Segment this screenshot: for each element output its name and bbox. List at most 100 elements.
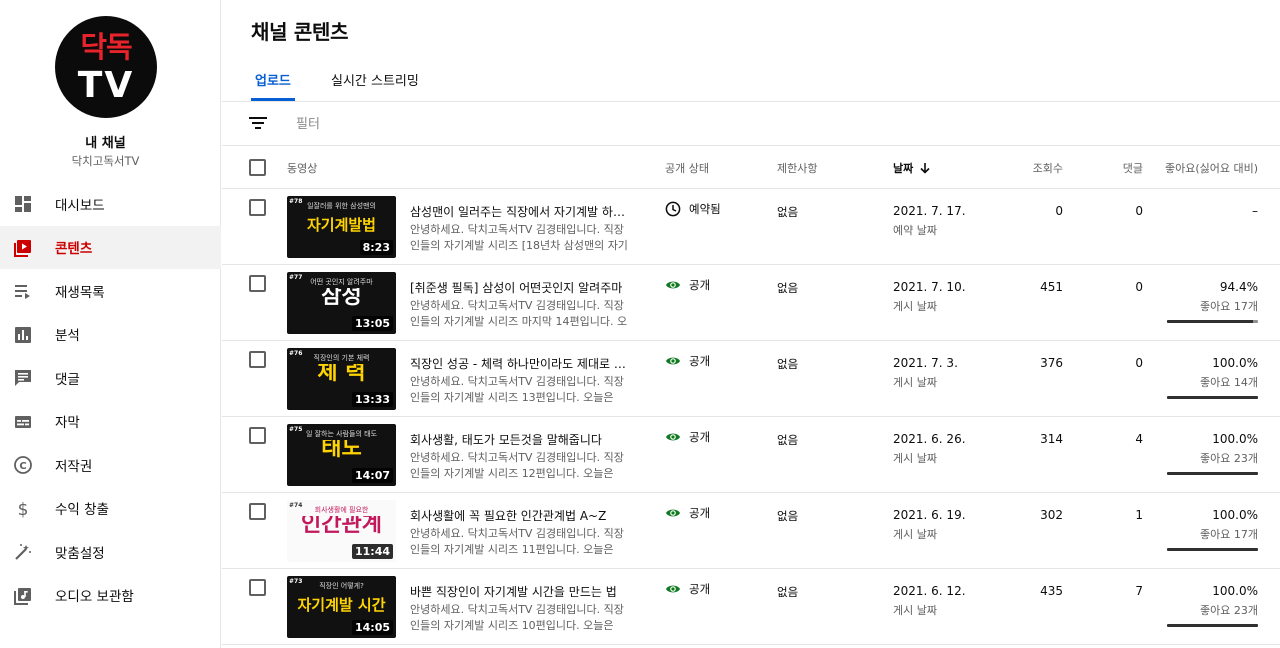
row-checkbox[interactable] xyxy=(249,427,266,444)
restriction-status: 없음 xyxy=(777,205,799,219)
video-duration: 14:05 xyxy=(351,620,393,635)
table-header: 동영상 공개 상태 제한사항 날짜 조회수 댓글 좋아요(싫어요 대비) xyxy=(222,146,1280,189)
sidebar-item-label: 자막 xyxy=(55,415,80,432)
video-date: 2021. 7. 10. xyxy=(893,280,966,294)
filter-icon[interactable] xyxy=(249,116,267,130)
video-row[interactable]: #76 직장인의 기본 체력 체 력 13:33 직장인 성공 - 체력 하나만… xyxy=(222,341,1280,417)
video-row[interactable]: #73 직장인 어떻게? 자기계발 시간 14:05 바쁜 직장인이 자기계발 … xyxy=(222,569,1280,645)
sidebar-item-analytics[interactable]: 분석 xyxy=(0,313,221,357)
video-thumbnail[interactable]: #75 일 잘하는 사람들의 태도 태도 14:07 xyxy=(287,424,396,486)
row-checkbox[interactable] xyxy=(249,351,266,368)
sidebar-item-customization[interactable]: 맞춤설정 xyxy=(0,530,221,574)
visibility-status[interactable]: 공개 xyxy=(665,505,710,521)
playlist-icon xyxy=(13,281,33,301)
page-title: 채널 콘텐츠 xyxy=(251,20,349,44)
row-checkbox[interactable] xyxy=(249,275,266,292)
row-checkbox[interactable] xyxy=(249,579,266,596)
select-all-checkbox[interactable] xyxy=(249,159,266,176)
video-thumbnail[interactable]: #74 회사생활에 필요한 인간관계 11:44 xyxy=(287,500,396,562)
like-count: 좋아요 23개 xyxy=(1200,452,1258,465)
sidebar-item-playlist[interactable]: 재생목록 xyxy=(0,269,221,313)
visibility-label: 공개 xyxy=(689,430,711,444)
sidebar-item-comments[interactable]: 댓글 xyxy=(0,356,221,400)
video-title[interactable]: 회사생활에 꼭 필요한 인간관계법 A~Z xyxy=(410,507,635,524)
visibility-label: 예약됨 xyxy=(689,202,721,216)
video-thumbnail[interactable]: #78 일잘러를 위한 삼성맨의 자기계발법 8:23 xyxy=(287,196,396,258)
like-ratio-bar xyxy=(1167,548,1258,551)
row-checkbox[interactable] xyxy=(249,199,266,216)
sidebar-item-label: 분석 xyxy=(55,328,80,345)
thumbnail-title: 삼성 xyxy=(321,288,362,306)
column-likes[interactable]: 좋아요(싫어요 대비) xyxy=(1165,160,1258,176)
channel-avatar[interactable]: 닥독 TV xyxy=(55,16,157,118)
restriction-status: 없음 xyxy=(777,281,799,295)
video-title[interactable]: [취준생 필독] 삼성이 어떤곳인지 알려주마 xyxy=(410,279,635,296)
video-list: #78 일잘러를 위한 삼성맨의 자기계발법 8:23 삼성맨이 일러주는 직장… xyxy=(222,189,1280,645)
eye-icon xyxy=(665,581,681,597)
visibility-status[interactable]: 예약됨 xyxy=(665,201,721,217)
video-row[interactable]: #77 어떤 곳인지 알려주마 삼성 13:05 [취준생 필독] 삼성이 어떤… xyxy=(222,265,1280,341)
tab-uploads[interactable]: 업로드 xyxy=(255,70,291,89)
like-ratio: 100.0% xyxy=(1212,356,1258,370)
sidebar-item-audio-library[interactable]: 오디오 보관함 xyxy=(0,574,221,618)
like-ratio-bar-fill xyxy=(1167,624,1258,627)
visibility-status[interactable]: 공개 xyxy=(665,353,710,369)
my-channel-label: 내 채널 xyxy=(85,136,126,151)
column-comments[interactable]: 댓글 xyxy=(1123,160,1143,176)
filter-input[interactable] xyxy=(296,114,596,134)
column-restrictions: 제한사항 xyxy=(777,162,818,175)
sidebar-item-subtitles[interactable]: 자막 xyxy=(0,400,221,444)
video-title[interactable]: 삼성맨이 일러주는 직장에서 자기계발 하는 법... xyxy=(410,203,635,220)
thumbnail-subtitle: 회사생활에 필요한 xyxy=(314,506,369,514)
customization-icon xyxy=(13,542,33,562)
like-ratio: 100.0% xyxy=(1212,432,1258,446)
logo-top-text: 닥독 xyxy=(80,30,132,64)
video-date-type: 게시 날짜 xyxy=(893,604,937,617)
like-ratio: 100.0% xyxy=(1212,508,1258,522)
video-row[interactable]: #74 회사생활에 필요한 인간관계 11:44 회사생활에 꼭 필요한 인간관… xyxy=(222,493,1280,569)
content-icon xyxy=(13,238,33,258)
sidebar-item-content[interactable]: 콘텐츠 xyxy=(0,225,221,269)
row-checkbox[interactable] xyxy=(249,503,266,520)
visibility-status[interactable]: 공개 xyxy=(665,581,710,597)
like-ratio: – xyxy=(1252,204,1258,218)
column-date[interactable]: 날짜 xyxy=(893,160,931,176)
main-content: 채널 콘텐츠 업로드 실시간 스트리밍 동영상 공개 상태 제한사항 날짜 조회… xyxy=(222,0,1280,648)
video-thumbnail[interactable]: #73 직장인 어떻게? 자기계발 시간 14:05 xyxy=(287,576,396,638)
video-row[interactable]: #78 일잘러를 위한 삼성맨의 자기계발법 8:23 삼성맨이 일러주는 직장… xyxy=(222,189,1280,265)
video-duration: 13:33 xyxy=(351,392,393,407)
visibility-status[interactable]: 공개 xyxy=(665,429,710,445)
like-count: 좋아요 23개 xyxy=(1200,604,1258,617)
video-date-type: 게시 날짜 xyxy=(893,452,937,465)
channel-name: 닥치고독서TV xyxy=(71,154,140,168)
video-title[interactable]: 직장인 성공 - 체력 하나만이라도 제대로 갖춰... xyxy=(410,355,635,372)
column-visibility: 공개 상태 xyxy=(665,162,709,175)
svg-text:$: $ xyxy=(18,500,29,519)
column-views[interactable]: 조회수 xyxy=(1033,160,1063,176)
eye-icon xyxy=(665,429,681,445)
thumbnail-subtitle: 어떤 곳인지 알려주마 xyxy=(310,278,373,286)
visibility-status[interactable]: 공개 xyxy=(665,277,710,293)
video-thumbnail[interactable]: #76 직장인의 기본 체력 체 력 13:33 xyxy=(287,348,396,410)
view-count: 376 xyxy=(1040,356,1063,370)
thumbnail-subtitle: 일잘러를 위한 삼성맨의 xyxy=(307,202,376,210)
restriction-status: 없음 xyxy=(777,585,799,599)
video-title[interactable]: 바쁜 직장인이 자기계발 시간을 만드는 법 xyxy=(410,583,635,600)
sidebar-item-label: 재생목록 xyxy=(55,284,105,301)
video-date: 2021. 6. 12. xyxy=(893,584,966,598)
video-row[interactable]: #75 일 잘하는 사람들의 태도 태도 14:07 회사생활, 태도가 모든것… xyxy=(222,417,1280,493)
video-date: 2021. 6. 26. xyxy=(893,432,966,446)
sidebar-item-dashboard[interactable]: 대시보드 xyxy=(0,182,221,226)
like-ratio-bar xyxy=(1167,472,1258,475)
sidebar-item-copyright[interactable]: C 저작권 xyxy=(0,443,221,487)
thumbnail-title: 체 력 xyxy=(317,364,366,382)
tab-live[interactable]: 실시간 스트리밍 xyxy=(331,70,419,89)
sidebar-item-monetization[interactable]: $ 수익 창출 xyxy=(0,487,221,531)
dashboard-icon xyxy=(13,194,33,214)
like-ratio-bar xyxy=(1167,320,1258,323)
video-title[interactable]: 회사생활, 태도가 모든것을 말해줍니다 xyxy=(410,431,635,448)
audio-library-icon xyxy=(13,586,33,606)
video-date-type: 게시 날짜 xyxy=(893,376,937,389)
video-thumbnail[interactable]: #77 어떤 곳인지 알려주마 삼성 13:05 xyxy=(287,272,396,334)
like-count: 좋아요 17개 xyxy=(1200,300,1258,313)
